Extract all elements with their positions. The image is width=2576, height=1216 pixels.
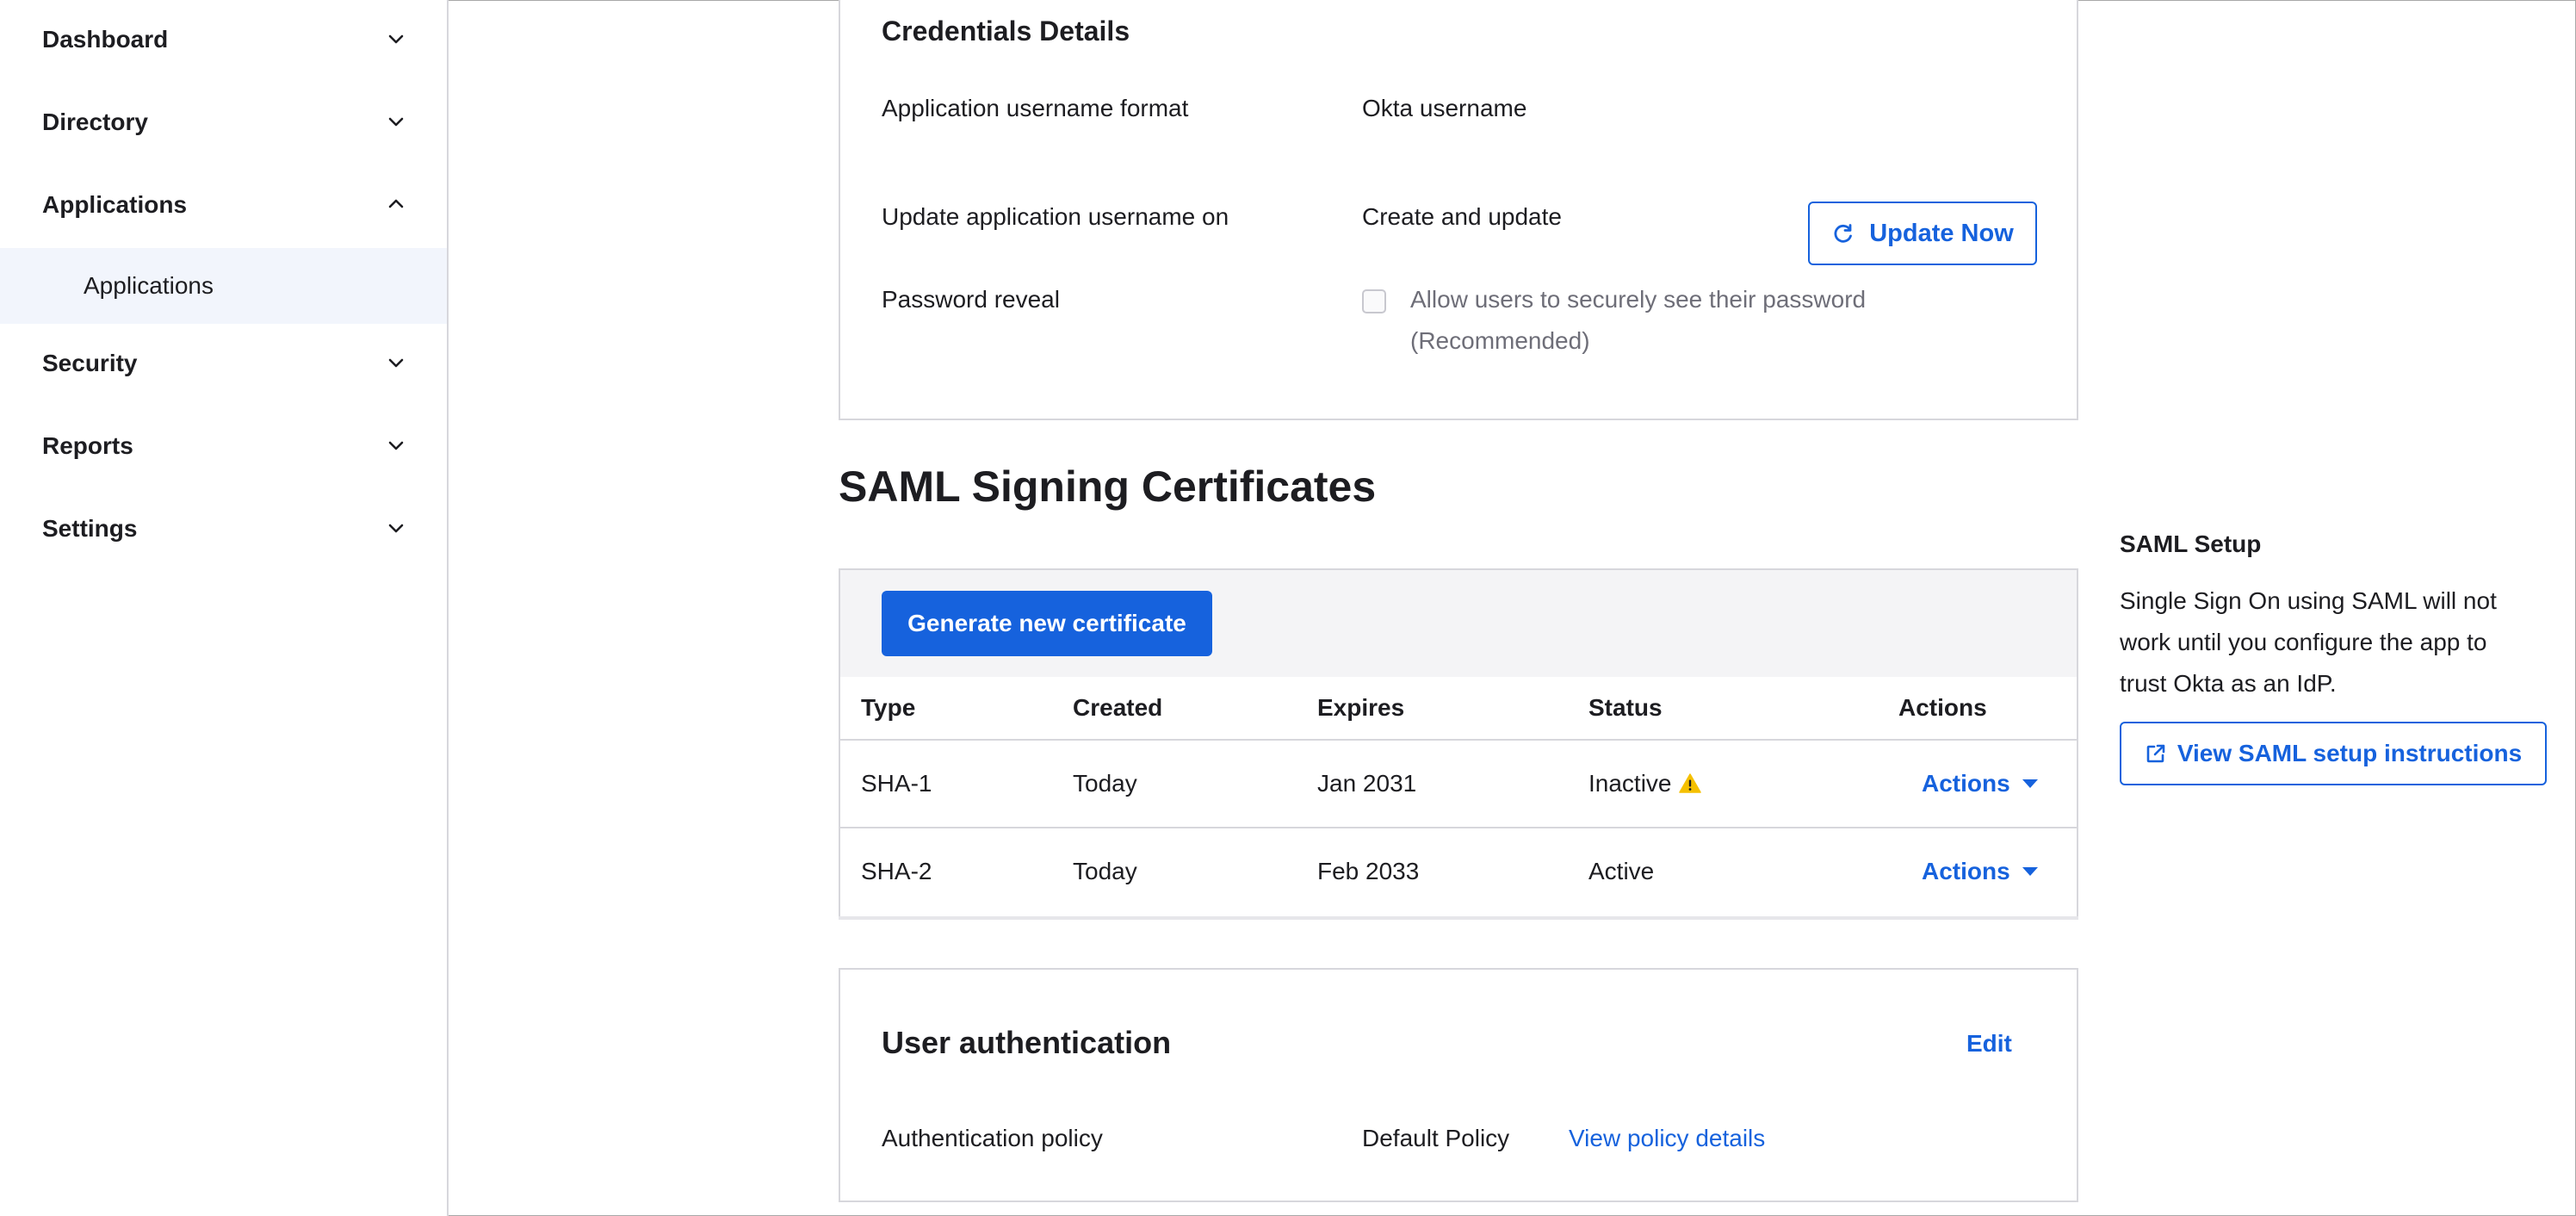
sidebar-item-settings[interactable]: Settings [0,489,447,572]
update-now-label: Update Now [1869,219,2014,247]
cert-type: SHA-2 [861,858,932,884]
caret-down-icon [2022,779,2038,788]
saml-certificates-heading: SAML Signing Certificates [839,462,1377,511]
username-format-label: Application username format [882,95,1189,121]
cert-actions-label: Actions [1922,770,2010,797]
update-username-label: Update application username on [882,203,1229,230]
saml-setup-description-line: trust Okta as an IdP. [2120,670,2337,697]
update-username-value: Create and update [1362,203,1562,230]
edit-user-auth-link[interactable]: Edit [1966,1030,2012,1058]
generate-certificate-button[interactable]: Generate new certificate [882,591,1212,656]
sidebar-subitem-label: Applications [84,272,214,299]
sidebar-item-label: Directory [42,109,148,135]
chevron-down-icon [388,117,404,127]
certificates-toolbar: Generate new certificate [839,568,2078,679]
sidebar-item-reports[interactable]: Reports [0,406,447,489]
sidebar-item-dashboard[interactable]: Dashboard [0,0,447,83]
chevron-up-icon [388,199,404,208]
sidebar-item-label: Settings [42,515,138,542]
chevron-down-icon [388,358,404,368]
credentials-details-panel: Credentials Details Application username… [839,0,2078,420]
sidebar-item-label: Applications [42,191,188,218]
refresh-icon [1834,224,1853,243]
cert-status: Active [1588,858,1655,884]
sidebar-item-label: Reports [42,432,133,459]
cert-status: Inactive [1588,770,1701,797]
table-shadow [839,916,2078,920]
view-saml-instructions-button[interactable]: View SAML setup instructions [2120,722,2547,785]
sidebar-item-directory[interactable]: Directory [0,83,447,165]
caret-down-icon [2022,867,2038,876]
column-header-created: Created [1073,694,1163,721]
password-reveal-recommended: (Recommended) [1410,327,1590,354]
sidebar-subitem-applications[interactable]: Applications [0,248,447,324]
user-authentication-title: User authentication [882,1025,1172,1060]
sidebar-item-security[interactable]: Security [0,324,447,406]
authentication-policy-value: Default Policy [1362,1125,1510,1151]
chevron-down-icon [388,524,404,533]
cert-expires: Jan 2031 [1317,770,1417,797]
saml-setup-title: SAML Setup [2120,530,2262,557]
credentials-details-title: Credentials Details [882,16,1130,47]
cert-actions-label: Actions [1922,858,2010,884]
password-reveal-label: Password reveal [882,286,1060,313]
column-header-status: Status [1588,694,1663,721]
column-header-actions: Actions [1898,694,1987,721]
cert-created: Today [1073,770,1137,797]
username-format-value: Okta username [1362,95,1527,121]
cert-actions-dropdown[interactable]: Actions [1922,770,2038,797]
cert-created: Today [1073,858,1137,884]
saml-setup-description-line: work until you configure the app to [2120,629,2487,655]
warning-icon [1678,773,1701,793]
cert-actions-dropdown[interactable]: Actions [1922,858,2038,885]
column-header-expires: Expires [1317,694,1405,721]
password-reveal-checkbox-label: Allow users to securely see their passwo… [1410,286,1867,313]
sidebar: Dashboard Directory Applications Applica… [0,0,449,1216]
view-saml-instructions-label: View SAML setup instructions [2177,740,2523,766]
sidebar-item-label: Dashboard [42,26,169,53]
update-now-button[interactable]: Update Now [1808,202,2037,265]
chevron-down-icon [388,34,404,44]
authentication-policy-label: Authentication policy [882,1125,1103,1151]
generate-certificate-label: Generate new certificate [907,610,1186,636]
sidebar-item-applications[interactable]: Applications [0,165,447,248]
view-policy-details-link[interactable]: View policy details [1569,1125,1765,1152]
cert-status-text: Inactive [1588,770,1672,797]
certificates-table: Type Created Expires Status Actions SHA-… [839,677,2078,918]
sidebar-item-label: Security [42,350,138,376]
user-authentication-panel: User authentication Edit Authentication … [839,968,2078,1202]
cert-expires: Feb 2033 [1317,858,1420,884]
chevron-down-icon [388,441,404,450]
cert-type: SHA-1 [861,770,932,797]
password-reveal-checkbox[interactable] [1362,289,1386,313]
table-divider [840,827,2077,828]
column-header-type: Type [861,694,916,721]
external-link-icon [2146,744,2165,763]
table-divider [840,739,2077,741]
saml-setup-description-line: Single Sign On using SAML will not [2120,587,2497,614]
